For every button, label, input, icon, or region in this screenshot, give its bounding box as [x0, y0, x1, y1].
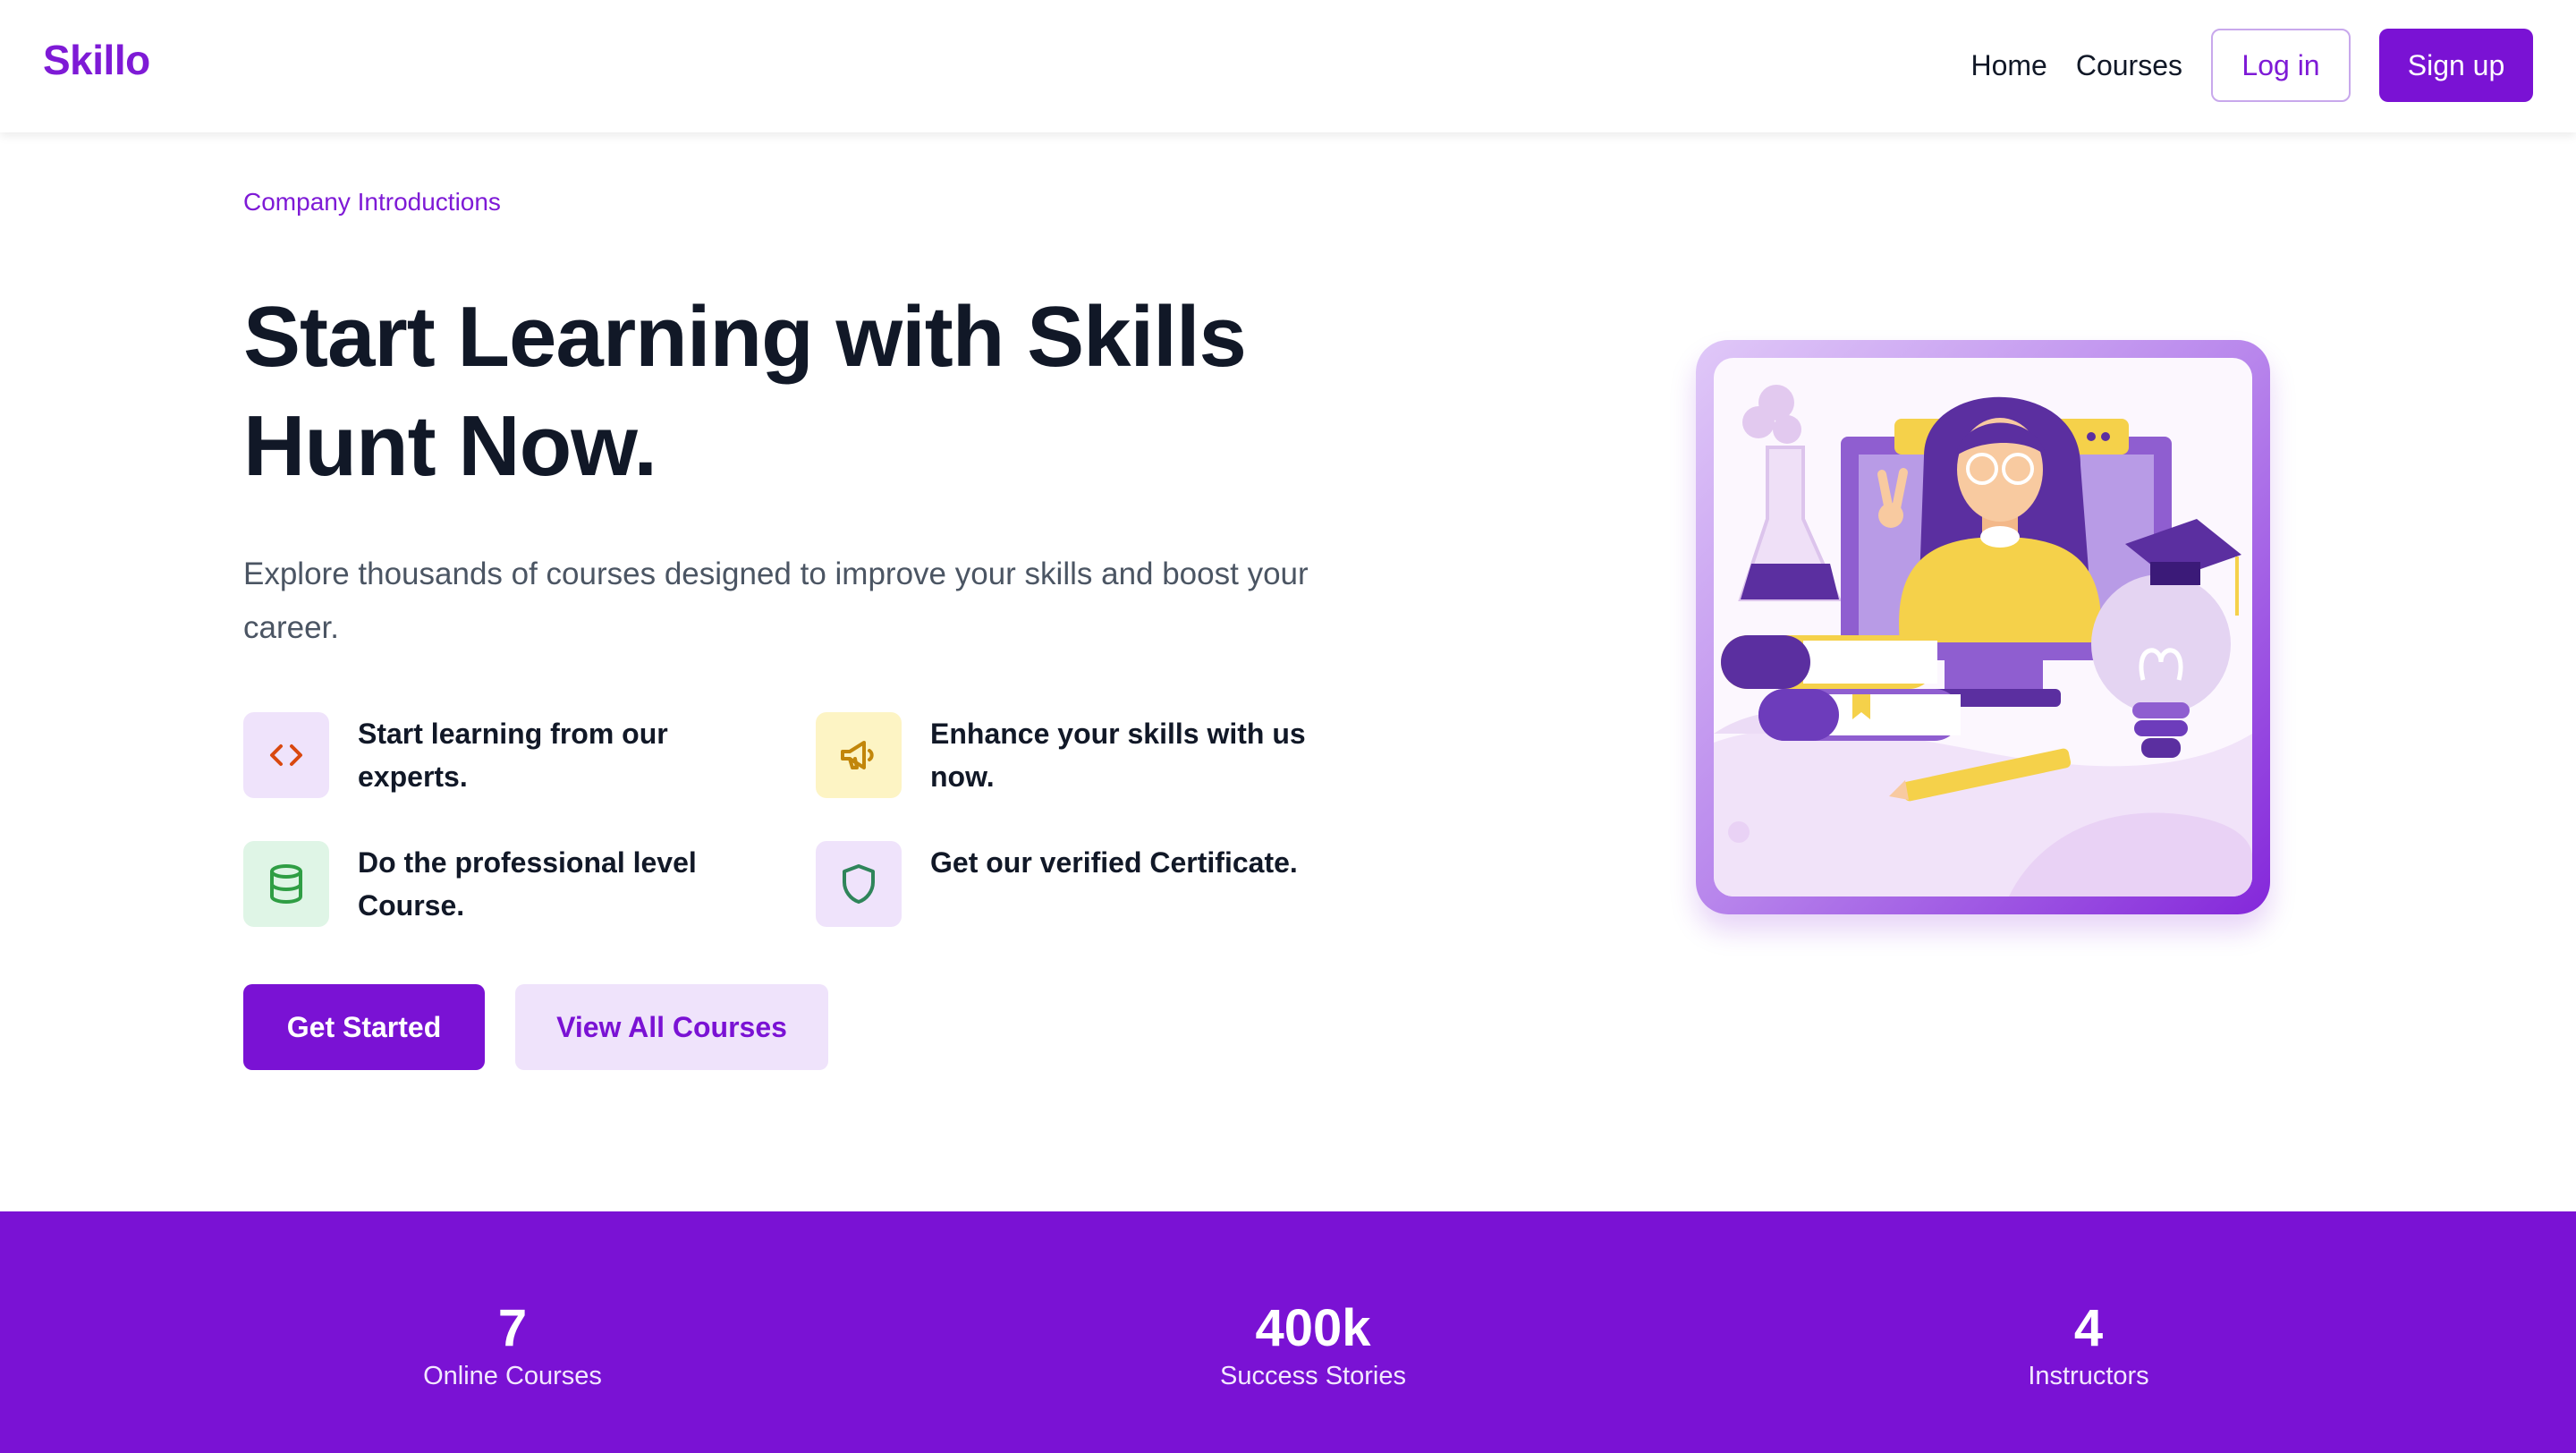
feature-text: Do the professional level Course.: [358, 846, 697, 922]
feature-text: Start learning from our experts.: [358, 718, 668, 793]
stat-value: 7: [497, 1299, 528, 1357]
feature-item: Get our verified Certificate.: [816, 841, 1317, 930]
feature-item: Enhance your skills with us now.: [816, 712, 1317, 802]
nav-home-link[interactable]: Home: [1970, 49, 2046, 82]
hero-title: Start Learning with Skills Hunt Now.: [243, 289, 1247, 494]
stat-value: 400k: [1255, 1299, 1371, 1357]
stat-value: 4: [2073, 1299, 2104, 1357]
shield-icon: [816, 841, 902, 927]
stat-instructors: 4 Instructors: [1865, 1299, 2312, 1394]
get-started-button[interactable]: Get Started: [243, 984, 485, 1070]
top-navbar: Skillo Home Courses Log in Sign up: [0, 0, 2576, 132]
feature-item: Start learning from our experts.: [243, 712, 744, 802]
view-all-courses-button[interactable]: View All Courses: [515, 984, 828, 1070]
hero-illustration: [1696, 340, 2270, 914]
feature-text: Get our verified Certificate.: [930, 846, 1298, 879]
stat-label: Instructors: [2028, 1362, 2149, 1390]
brand-logo[interactable]: Skillo: [43, 36, 150, 84]
code-icon: [243, 712, 329, 798]
stat-label: Online Courses: [423, 1362, 602, 1390]
stat-online-courses: 7 Online Courses: [289, 1299, 736, 1394]
login-button[interactable]: Log in: [2211, 29, 2351, 102]
stats-bar: 7 Online Courses 400k Success Stories 4 …: [0, 1211, 2576, 1453]
hero-eyebrow: Company Introductions: [243, 188, 501, 216]
feature-item: Do the professional level Course.: [243, 841, 744, 930]
hero-subtitle: Explore thousands of courses designed to…: [243, 557, 1309, 645]
stat-success-stories: 400k Success Stories: [1089, 1299, 1537, 1394]
stat-label: Success Stories: [1220, 1362, 1406, 1390]
illustration-canvas: [1714, 358, 2252, 896]
nav-links: Home Courses Log in Sign up: [1970, 29, 2533, 102]
nav-courses-link[interactable]: Courses: [2076, 49, 2182, 82]
feature-text: Enhance your skills with us now.: [930, 718, 1306, 793]
signup-button[interactable]: Sign up: [2379, 29, 2533, 102]
megaphone-icon: [816, 712, 902, 798]
database-icon: [243, 841, 329, 927]
